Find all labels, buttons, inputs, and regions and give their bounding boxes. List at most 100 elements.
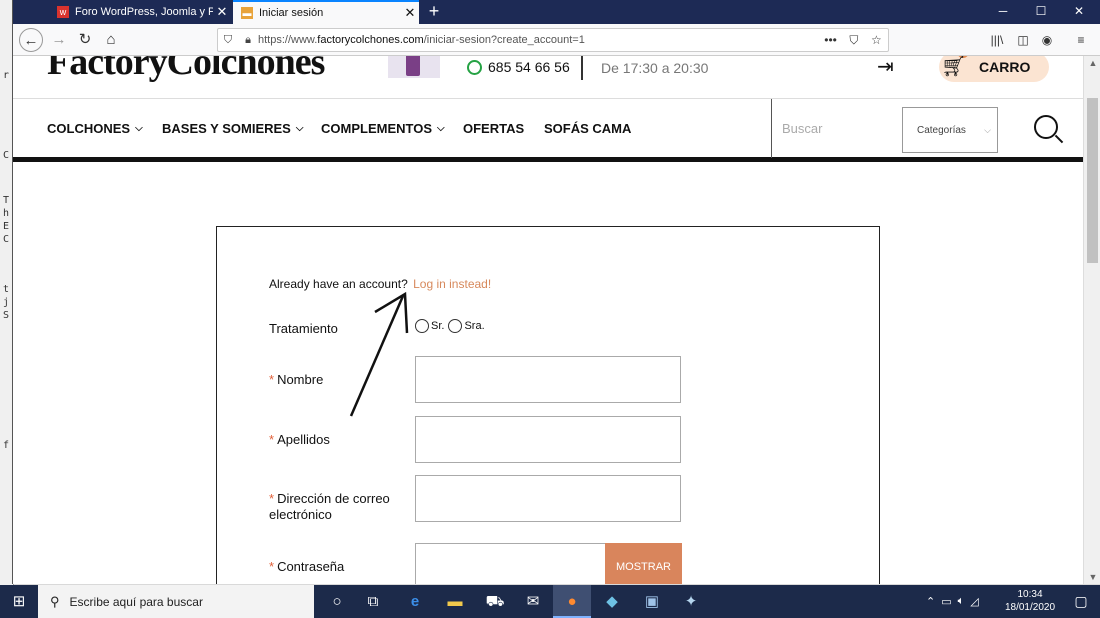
login-instead-link[interactable]: Log in instead! bbox=[413, 277, 491, 291]
chevron-down-icon: ⌵ bbox=[984, 125, 991, 135]
bookmark-star-icon[interactable]: ☆ bbox=[871, 33, 882, 48]
menu-item-bases-somieres[interactable]: BASES Y SOMIERES ⌵ bbox=[162, 121, 303, 136]
tab-iniciar-sesion[interactable]: ▬ Iniciar sesión ✕ bbox=[233, 0, 419, 24]
email-label: * Dirección de correo electrónico bbox=[269, 491, 409, 523]
scroll-down-icon[interactable]: ▼ bbox=[1084, 572, 1100, 582]
opening-hours: De 17:30 a 20:30 bbox=[601, 60, 709, 76]
tab-bar: w Foro WordPress, Joomla y Pres ✕ ▬ Inic… bbox=[13, 0, 1100, 24]
radio-sra[interactable] bbox=[448, 319, 463, 333]
app-icon[interactable]: ◆ bbox=[593, 585, 631, 618]
taskbar-clock[interactable]: 10:34 18/01/2020 bbox=[1002, 588, 1058, 614]
battery-icon[interactable]: ▭ bbox=[941, 595, 951, 608]
network-app-icon[interactable]: ▣ bbox=[633, 585, 671, 618]
main-menu: COLCHONES ⌵ BASES Y SOMIERES ⌵ COMPLEMENTO… bbox=[13, 98, 1083, 162]
back-button[interactable]: ← bbox=[19, 28, 43, 52]
menu-icon[interactable]: ≡ bbox=[1069, 28, 1093, 52]
reload-button[interactable]: ↻ bbox=[73, 28, 97, 52]
file-explorer-icon[interactable]: ▬ bbox=[436, 585, 474, 618]
required-mark: * bbox=[269, 432, 275, 447]
page-scrollbar[interactable]: ▲ ▼ bbox=[1083, 56, 1100, 584]
wifi-icon[interactable]: ◿ bbox=[970, 595, 978, 608]
radio-sr[interactable] bbox=[415, 319, 429, 333]
minimize-button[interactable]: ─ bbox=[985, 0, 1021, 24]
menu-item-sofas-cama[interactable]: SOFÁS CAMA bbox=[544, 121, 631, 136]
mail-icon[interactable]: ✉ bbox=[514, 585, 552, 618]
login-prompt: Already have an account? Log in instead! bbox=[269, 277, 491, 291]
firefox-icon[interactable]: ● bbox=[553, 585, 591, 618]
clock-date: 18/01/2020 bbox=[1004, 602, 1056, 613]
menu-label: BASES Y SOMIERES bbox=[162, 121, 291, 136]
phone-number: 685 54 66 56 bbox=[488, 59, 570, 75]
tab-title: Foro WordPress, Joomla y Pres bbox=[75, 6, 213, 18]
required-mark: * bbox=[269, 559, 275, 574]
windows-start-icon[interactable]: ⊞ bbox=[0, 585, 38, 618]
category-select-value: Categorías bbox=[917, 125, 966, 136]
nombre-input[interactable] bbox=[415, 356, 681, 403]
chevron-down-icon: ⌵ bbox=[135, 123, 143, 134]
login-icon[interactable]: ⇥ bbox=[877, 56, 905, 78]
menu-label: OFERTAS bbox=[463, 121, 525, 136]
maximize-button[interactable]: ☐ bbox=[1023, 0, 1059, 24]
scroll-up-icon[interactable]: ▲ bbox=[1084, 58, 1100, 68]
show-password-button[interactable]: MOSTRAR bbox=[605, 543, 682, 584]
scrollbar-thumb[interactable] bbox=[1087, 98, 1098, 263]
store-icon[interactable]: ⛟ bbox=[476, 585, 514, 618]
divider bbox=[581, 56, 583, 80]
page-actions-icon[interactable]: ••• bbox=[824, 33, 837, 48]
whatsapp-icon bbox=[467, 59, 482, 75]
notification-icon[interactable]: ▢ bbox=[1062, 585, 1100, 618]
shield-icon[interactable]: ⛉ bbox=[218, 34, 238, 47]
apellidos-label: * Apellidos bbox=[269, 432, 330, 448]
account-icon[interactable]: ◉ bbox=[1035, 28, 1059, 52]
taskbar-search-placeholder: Escribe aquí para buscar bbox=[69, 594, 203, 609]
webempresa-favicon-icon: w bbox=[57, 6, 69, 18]
cart-button[interactable]: 🛒︎ CARRO bbox=[939, 56, 1049, 82]
phone-contact[interactable]: 685 54 66 56 bbox=[467, 59, 570, 75]
nombre-label: * Nombre bbox=[269, 372, 323, 388]
close-window-button[interactable]: ✕ bbox=[1061, 0, 1097, 24]
library-icon[interactable]: |||\ bbox=[985, 28, 1009, 52]
tab-foro-wordpress[interactable]: w Foro WordPress, Joomla y Pres ✕ bbox=[49, 0, 231, 24]
radio-sra-label: Sra. bbox=[464, 320, 485, 332]
home-button[interactable]: ⌂ bbox=[99, 28, 123, 52]
close-tab-icon[interactable]: ✕ bbox=[213, 4, 231, 20]
search-button[interactable] bbox=[1028, 113, 1068, 147]
task-view-icon[interactable]: ⧉ bbox=[354, 585, 392, 618]
cortana-icon[interactable]: ○ bbox=[318, 585, 356, 618]
login-prompt-text: Already have an account? bbox=[269, 277, 408, 291]
site-logo[interactable]: FactoryColchones bbox=[47, 56, 325, 84]
required-mark: * bbox=[269, 372, 275, 387]
menu-item-complementos[interactable]: COMPLEMENTOS ⌵ bbox=[321, 121, 445, 136]
forward-button[interactable]: → bbox=[47, 28, 71, 52]
url-bar[interactable]: ⛉ 🔒︎ https://www.factorycolchones.com/in… bbox=[217, 28, 889, 52]
apellidos-input[interactable] bbox=[415, 416, 681, 463]
search-input[interactable]: Buscar bbox=[782, 121, 822, 136]
password-input[interactable] bbox=[415, 543, 607, 584]
sidebar-icon[interactable]: ◫ bbox=[1011, 28, 1035, 52]
windows-taskbar: ⊞ ⚲ Escribe aquí para buscar ○ ⧉ e ▬ ⛟ ✉… bbox=[0, 585, 1100, 618]
menu-label: COLCHONES bbox=[47, 121, 131, 136]
field-label-text: Contraseña bbox=[277, 559, 345, 574]
edge-icon[interactable]: e bbox=[396, 585, 434, 618]
menu-item-ofertas[interactable]: OFERTAS bbox=[463, 121, 524, 136]
new-tab-button[interactable]: + bbox=[423, 0, 445, 24]
cart-icon: 🛒︎ bbox=[941, 56, 967, 78]
chevron-up-icon[interactable]: ⌃ bbox=[926, 595, 935, 608]
tool-app-icon[interactable]: ✦ bbox=[672, 585, 710, 618]
pocket-icon[interactable]: ⛉ bbox=[849, 33, 858, 48]
title-label: Tratamiento bbox=[269, 321, 338, 336]
close-tab-icon[interactable]: ✕ bbox=[401, 5, 419, 21]
url-text[interactable]: https://www.factorycolchones.com/iniciar… bbox=[258, 34, 818, 46]
email-input[interactable] bbox=[415, 475, 681, 522]
volume-icon[interactable]: 🔈︎ bbox=[958, 595, 965, 608]
navigation-toolbar: ← → ↻ ⌂ ⛉ 🔒︎ https://www.factorycolchone… bbox=[13, 24, 1100, 56]
url-actions: ••• ⛉ ☆ bbox=[818, 33, 888, 48]
url-prefix: https://www. bbox=[258, 34, 318, 46]
lock-icon[interactable]: 🔒︎ bbox=[238, 34, 258, 47]
field-label-text: Dirección de correo electrónico bbox=[269, 491, 390, 522]
cart-label: CARRO bbox=[979, 59, 1031, 75]
web-page: FactoryColchones 685 54 66 56 De 17:30 a… bbox=[13, 56, 1083, 584]
taskbar-search[interactable]: ⚲ Escribe aquí para buscar bbox=[38, 585, 314, 618]
menu-item-colchones[interactable]: COLCHONES ⌵ bbox=[47, 121, 143, 136]
category-select[interactable]: Categorías ⌵ bbox=[902, 107, 998, 153]
